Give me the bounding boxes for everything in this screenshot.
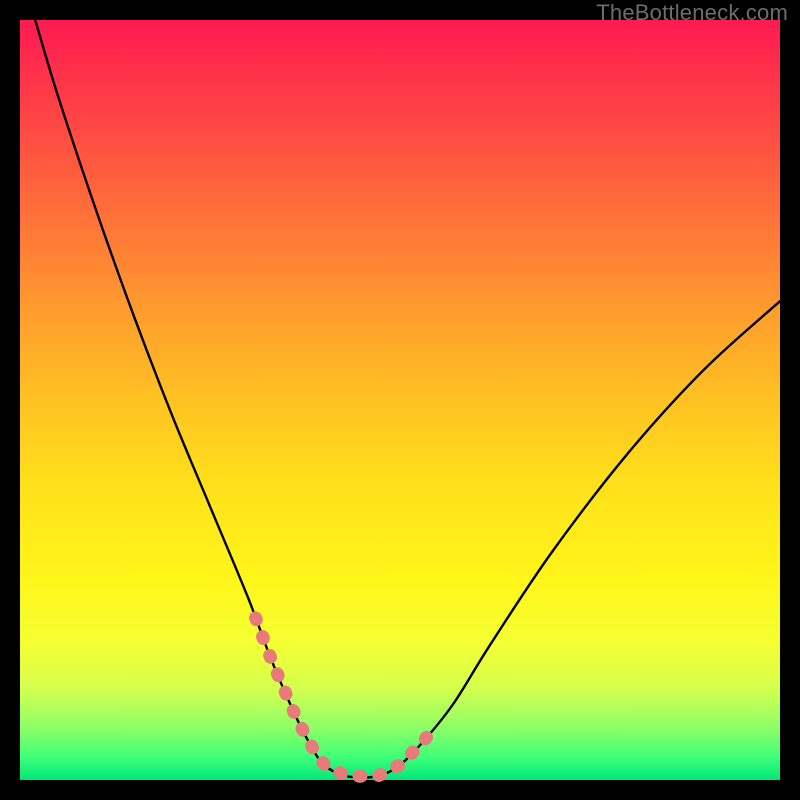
valley-accent-path xyxy=(256,618,431,776)
bottleneck-curve-path xyxy=(35,20,780,778)
chart-frame: TheBottleneck.com xyxy=(0,0,800,800)
bottleneck-curve-svg xyxy=(20,20,780,780)
plot-area xyxy=(20,20,780,780)
